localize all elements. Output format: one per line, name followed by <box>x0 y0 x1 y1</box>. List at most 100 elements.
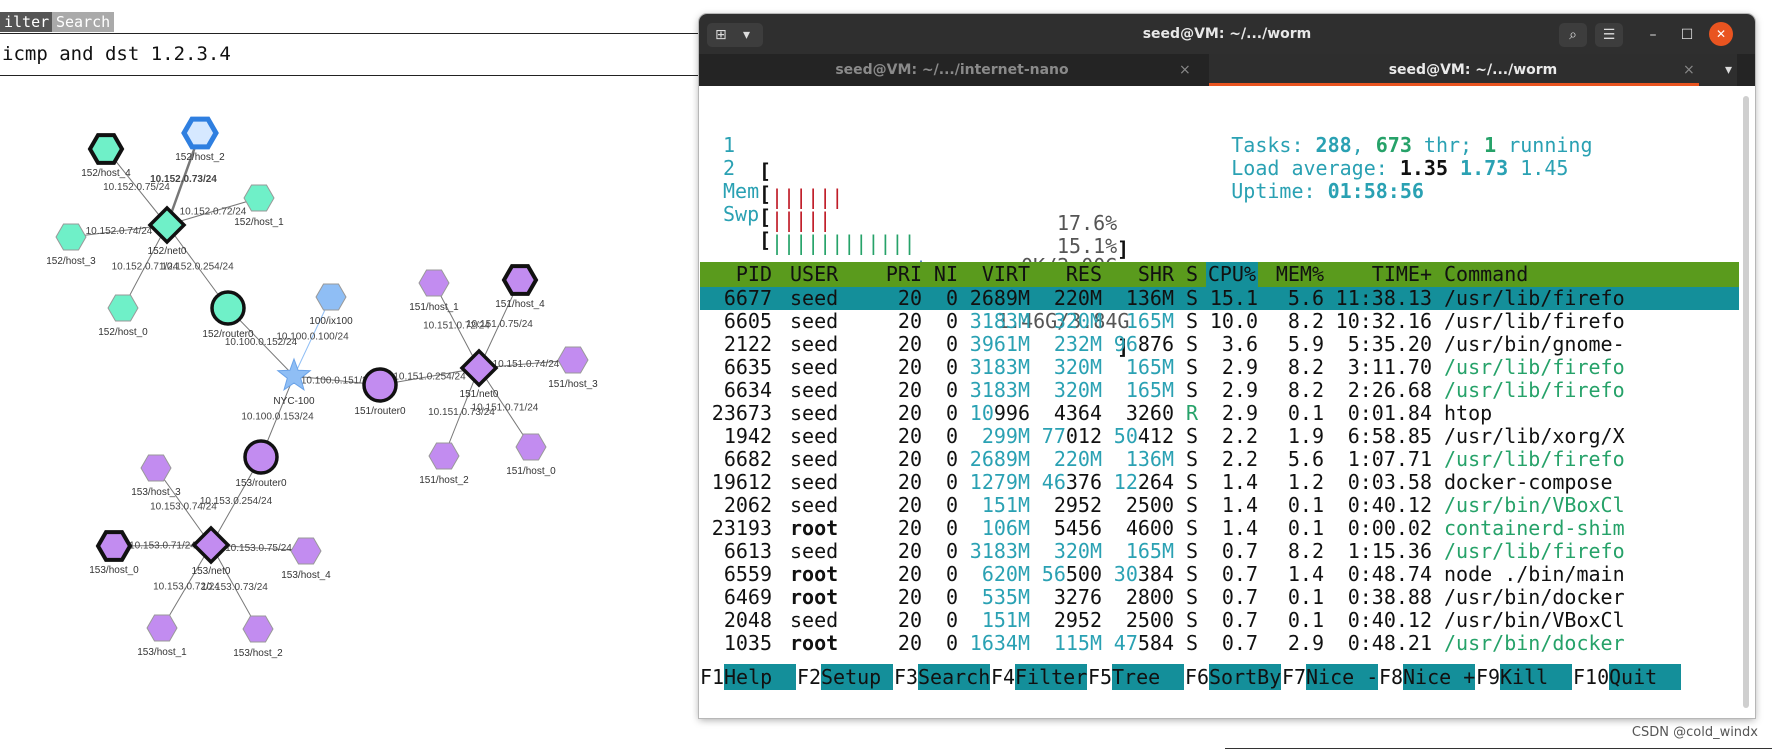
column-header-state[interactable]: S <box>1186 262 1198 287</box>
process-row[interactable]: 19612 seed 20 0 1279M 46376 12264 S 1.4 1.2 0:03.5… <box>700 471 1739 494</box>
fkey-f2[interactable]: F2 <box>797 664 821 690</box>
process-row[interactable]: 2048 seed 20 0 151M 2952 2500 S 0.7 0.1 0:40.12/us… <box>700 609 1739 632</box>
cell-command: docker-compose <box>1444 470 1613 494</box>
process-row[interactable]: 6559 root 20 0 620M 56500 30384 S 0.7 1.4 0:48.74 n… <box>700 563 1739 586</box>
fkey-label[interactable]: Search <box>918 664 990 690</box>
fkey-label[interactable]: Nice - <box>1306 664 1378 690</box>
column-header-command[interactable]: Command <box>1444 262 1528 287</box>
process-row[interactable]: 6605 seed 20 0 3183M 320M 165M S 10.0 8.2 10:32.16… <box>700 310 1739 333</box>
node-host-1-151[interactable]: 151/host_1 <box>409 269 459 313</box>
node-ix100[interactable]: 100/ix100 <box>309 283 353 327</box>
load-15min: 1.45 <box>1520 156 1569 180</box>
column-header-pid[interactable]: PID <box>736 262 772 287</box>
scrollbar[interactable] <box>1743 96 1749 708</box>
process-row[interactable]: 2062 seed 20 0 151M 2952 2500 S 1.4 0.1 0:40.12/us… <box>700 494 1739 517</box>
bracket-open: [ <box>759 228 772 252</box>
cell-pri: 20 <box>897 608 922 632</box>
fkey-f9[interactable]: F9 <box>1476 664 1500 690</box>
node-label: 153/host_4 <box>281 570 331 581</box>
node-router0-153[interactable]: 153/router0 <box>235 439 287 489</box>
cell-cpu: 1.4 <box>1221 493 1258 517</box>
cell-virt: 535M <box>981 585 1030 609</box>
column-header-time[interactable]: TIME+ <box>1372 262 1432 287</box>
filter-expression-input[interactable]: icmp and dst 1.2.3.4 <box>0 34 702 76</box>
node-host-0-153[interactable]: 153/host_0 <box>89 530 139 576</box>
process-row[interactable]: 6635 seed 20 0 3183M 320M 165M S 2.9 8.2 3:11.70/u… <box>700 356 1739 379</box>
fkey-label[interactable]: SortBy <box>1209 664 1281 690</box>
node-host-2-151[interactable]: 151/host_2 <box>419 442 469 486</box>
search-button[interactable]: Search <box>52 12 115 32</box>
process-row[interactable]: 23673 seed 20 0 10996 4364 3260 R 2.9 0.1 0:01.84 h… <box>700 402 1739 425</box>
fkey-label[interactable]: Quit <box>1609 664 1681 690</box>
column-header-mem[interactable]: MEM% <box>1276 262 1324 287</box>
close-icon[interactable]: ✕ <box>1709 22 1733 46</box>
node-router0-152[interactable]: 152/router0 <box>202 290 254 340</box>
close-tab-icon[interactable]: × <box>1683 54 1695 86</box>
hamburger-menu-icon[interactable]: ☰ <box>1595 23 1623 47</box>
fkey-label[interactable]: Help <box>724 664 796 690</box>
fkey-f6[interactable]: F6 <box>1185 664 1209 690</box>
cell-command: /usr/bin/VBoxCl <box>1444 493 1625 517</box>
tab-internet-nano[interactable]: seed@VM: ~/.../internet-nano <box>699 54 1205 86</box>
fkey-label[interactable]: Filter <box>1015 664 1087 690</box>
tab-worm[interactable]: seed@VM: ~/.../worm <box>1209 54 1737 86</box>
node-host-4-152[interactable]: 152/host_4 <box>81 133 131 179</box>
node-host-2-152[interactable]: 152/host_2 <box>175 116 225 163</box>
cell-state: S <box>1186 562 1199 586</box>
terminal-window[interactable]: ⊞ ▾ seed@VM: ~/.../worm ⌕ ☰ – ☐ ✕ seed@V… <box>699 14 1755 718</box>
node-host-0-152[interactable]: 152/host_0 <box>98 294 148 338</box>
maximize-icon[interactable]: ☐ <box>1675 23 1699 47</box>
fkey-f7[interactable]: F7 <box>1282 664 1306 690</box>
cell-state: S <box>1186 424 1199 448</box>
host-node-icon <box>515 433 547 461</box>
node-host-3-153[interactable]: 153/host_3 <box>131 454 181 498</box>
node-host-2-153[interactable]: 153/host_2 <box>233 615 283 659</box>
cell-res: 320M <box>1053 378 1102 402</box>
column-header-user[interactable]: USER <box>790 262 838 287</box>
node-label: 152/host_2 <box>175 152 225 163</box>
function-key-bar[interactable]: F1 Help F2 Setup F3 Search F4 Filter F5 Tree F6… <box>700 664 1739 690</box>
minimize-icon[interactable]: – <box>1641 23 1665 47</box>
tab-list-chevron-icon[interactable]: ▾ <box>1725 54 1732 86</box>
fkey-f3[interactable]: F3 <box>894 664 918 690</box>
fkey-f4[interactable]: F4 <box>991 664 1015 690</box>
process-row[interactable]: 6613 seed 20 0 3183M 320M 165M S 0.7 8.2 1:15.36/u… <box>700 540 1739 563</box>
process-row[interactable]: 23193 root 20 0 106M 5456 4600 S 1.4 0.1 0:00.02 co… <box>700 517 1739 540</box>
cell-time: 1:07.71 <box>1347 447 1432 471</box>
column-header-pri[interactable]: PRI <box>886 262 922 287</box>
column-header-ni[interactable]: NI <box>934 262 958 287</box>
cell-res: 3276 <box>1053 585 1102 609</box>
search-icon[interactable]: ⌕ <box>1559 23 1587 47</box>
process-row[interactable]: 2122 seed 20 0 3961M 232M 96876 S 3.6 5.9 5:35.20 /… <box>700 333 1739 356</box>
fkey-f10[interactable]: F10 <box>1573 664 1609 690</box>
column-header-cpu[interactable]: CPU% <box>1205 262 1258 287</box>
process-row[interactable]: 6682 seed 20 0 2689M 220M 136M S 2.2 5.6 1:07.71/u… <box>700 448 1739 471</box>
terminal-titlebar[interactable]: ⊞ ▾ seed@VM: ~/.../worm ⌕ ☰ – ☐ ✕ <box>699 14 1755 54</box>
fkey-label[interactable]: Setup <box>821 664 893 690</box>
fkey-label[interactable]: Kill <box>1500 664 1572 690</box>
network-topology-graph[interactable]: 10.152.0.75/2410.152.0.73/2410.152.0.72/… <box>0 80 700 751</box>
fkey-label[interactable]: Tree <box>1112 664 1184 690</box>
fkey-label[interactable]: Nice + <box>1403 664 1475 690</box>
htop-screen[interactable]: 1 [ |||||| 17.6% ] 2 [ ||||| 15.1% ] Mem… <box>699 86 1739 718</box>
node-host-4-151[interactable]: 151/host_4 <box>495 264 545 310</box>
process-table-header[interactable]: PID USER PRI NI VIRT RES SHR S CPU% MEM% TIME+ Comm… <box>700 262 1739 287</box>
column-header-shr[interactable]: SHR <box>1138 262 1174 287</box>
process-row[interactable]: 1942 seed 20 0 299M 77012 50412 S 2.2 1.9 6:58.85 /… <box>700 425 1739 448</box>
fkey-f8[interactable]: F8 <box>1379 664 1403 690</box>
process-row[interactable]: 1035 root 20 0 1634M 115M 47584 S 0.7 2.9 0:48.21 /… <box>700 632 1739 655</box>
process-row[interactable]: 6677 seed 20 0 2689M 220M 136M S 15.1 5.6 11:38.13… <box>700 287 1739 310</box>
process-row[interactable]: 6469 root 20 0 535M 3276 2800 S 0.7 0.1 0:38.88/us… <box>700 586 1739 609</box>
fkey-f1[interactable]: F1 <box>700 664 724 690</box>
column-header-res[interactable]: RES <box>1066 262 1102 287</box>
fkey-f5[interactable]: F5 <box>1088 664 1112 690</box>
cell-command: /usr/lib/firefo <box>1444 447 1625 471</box>
filter-button[interactable]: ilter <box>0 12 54 32</box>
process-row[interactable]: 6634 seed 20 0 3183M 320M 165M S 2.9 8.2 2:26.68/u… <box>700 379 1739 402</box>
column-header-virt[interactable]: VIRT <box>982 262 1030 287</box>
close-tab-icon[interactable]: × <box>1179 54 1191 86</box>
node-host-0-151[interactable]: 151/host_0 <box>506 433 556 477</box>
node-host-1-153[interactable]: 153/host_1 <box>137 614 187 658</box>
uptime: Uptime: 01:58:56 <box>1159 152 1424 203</box>
host-node-icon <box>55 223 87 251</box>
